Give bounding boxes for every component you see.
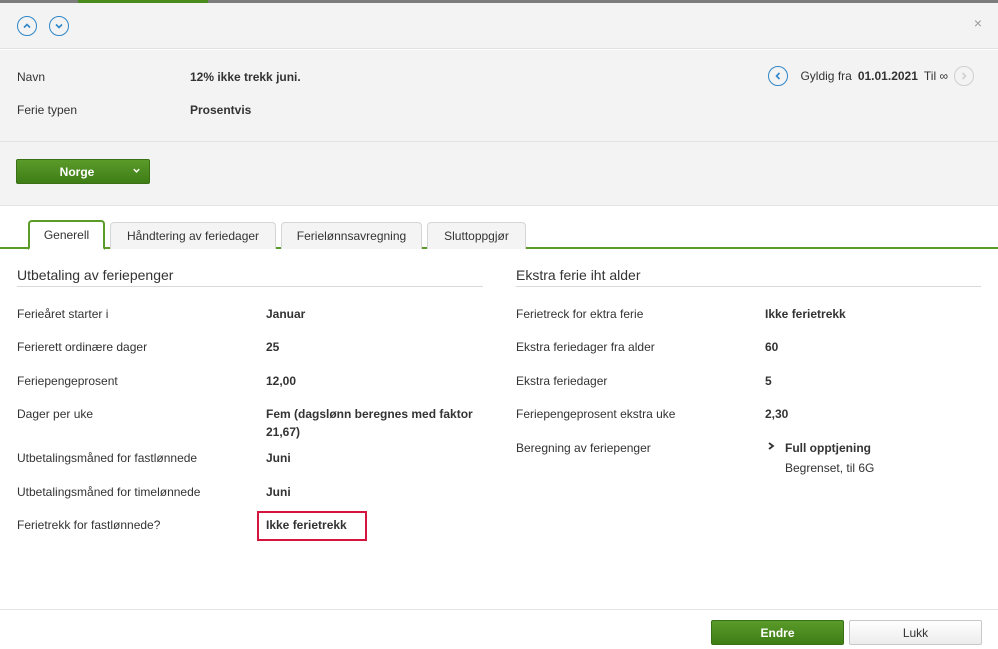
valid-til-label: Til ∞ [923,69,948,83]
chevron-right-icon [961,72,967,80]
field-value: Juni [266,451,291,465]
field-label: Utbetalingsmåned for fastlønnede [17,451,198,465]
field-label: Ekstra feriedager fra alder [516,340,655,354]
name-label: Navn [17,70,46,84]
close-button[interactable]: × [974,15,982,31]
field-value: 5 [765,374,772,388]
field-value-continued: 21,67) [266,425,301,439]
valid-from-label: Gyldig fra [800,69,852,83]
chevron-up-icon [23,23,31,29]
field-label: Feriepengeprosent [17,374,118,388]
field-value: Fem (dagslønn beregnes med faktor [266,407,473,421]
field-label: Beregning av feriepenger [516,441,651,455]
validity-navigator: Gyldig fra 01.01.2021 Til ∞ [768,66,974,86]
close-dialog-button[interactable]: Lukk [849,620,982,645]
field-label: Feriepengeprosent ekstra uke [516,407,676,421]
field-value-highlighted: Ikke ferietrekk [266,518,347,532]
field-label: Dager per uke [17,407,94,421]
next-record-button[interactable] [49,16,69,36]
field-label: Ekstra feriedager [516,374,608,388]
next-period-button[interactable] [954,66,974,86]
field-value[interactable]: Full opptjening [785,441,871,455]
right-section-divider [516,286,981,287]
tab-ferielonnsavregning[interactable]: Ferielønnsavregning [281,222,422,249]
tab-sluttoppgjor[interactable]: Sluttoppgjør [427,222,526,249]
previous-record-button[interactable] [17,16,37,36]
chevron-left-icon [775,72,781,80]
field-value: Ikke ferietrekk [765,307,846,321]
field-value-detail: Begrenset, til 6G [785,461,875,475]
field-value: 12,00 [266,374,297,388]
field-value: 60 [765,340,779,354]
chevron-right-icon[interactable] [766,440,776,455]
dialog-header: × [0,3,998,49]
left-section-title: Utbetaling av feriepenger [17,267,174,283]
field-label: Ferierett ordinære dager [17,340,148,354]
dialog-footer: Endre Lukk [0,609,998,649]
previous-period-button[interactable] [768,66,789,86]
country-dropdown-label: Norge [59,164,95,179]
country-dropdown[interactable]: Norge [16,159,150,184]
field-value: 25 [266,340,280,354]
info-panel: Navn 12% ikke trekk juni. Ferie typen Pr… [0,50,998,142]
edit-button[interactable]: Endre [711,620,844,645]
chevron-down-icon [55,23,63,29]
field-label: Ferietrekk for fastlønnede? [17,518,161,532]
country-bar: Norge [0,142,998,206]
tab-generell[interactable]: Generell [28,220,105,250]
right-section-title: Ekstra ferie iht alder [516,267,641,283]
field-label: Ferietreck for ektra ferie [516,307,644,321]
valid-from-date: 01.01.2021 [857,69,918,83]
tab-handtering-av-feriedager[interactable]: Håndtering av feriedager [110,222,276,249]
type-value: Prosentvis [190,103,252,117]
name-value: 12% ikke trekk juni. [190,70,301,84]
field-value: 2,30 [765,407,789,421]
left-section-divider [17,286,483,287]
field-value: Juni [266,485,291,499]
field-label: Utbetalingsmåned for timelønnede [17,485,201,499]
field-label: Ferieåret starter i [17,307,109,321]
tab-bar: Generell Håndtering av feriedager Feriel… [0,220,998,250]
field-value: Januar [266,307,306,321]
chevron-down-icon [123,166,149,178]
type-label: Ferie typen [17,103,78,117]
